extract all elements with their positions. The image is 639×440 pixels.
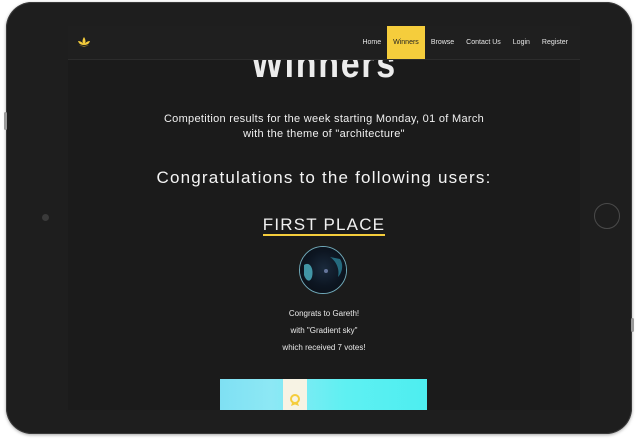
lotus-logo-icon[interactable] (76, 35, 92, 49)
competition-intro: Competition results for the week startin… (163, 113, 485, 140)
congratulations-heading: Congratulations to the following users: (156, 168, 492, 187)
nav-menu: Home Winners Browse Contact Us Login Reg… (356, 26, 574, 59)
winner-line-congrats: Congrats to Gareth! (288, 309, 360, 318)
nav-register[interactable]: Register (536, 26, 574, 59)
home-button[interactable] (594, 203, 620, 229)
nav-login[interactable]: Login (507, 26, 536, 59)
side-button-right (631, 318, 634, 332)
tablet-frame: Winners Home Winners Browse Contact Us L… (6, 2, 632, 434)
nav-home[interactable]: Home (356, 26, 387, 59)
nav-browse[interactable]: Browse (425, 26, 460, 59)
camera-dot (42, 214, 49, 221)
nav-winners[interactable]: Winners (387, 26, 425, 59)
top-navbar: Home Winners Browse Contact Us Login Reg… (68, 26, 580, 60)
nav-contact-us[interactable]: Contact Us (460, 26, 507, 59)
first-place-heading: FIRST PLACE (262, 215, 386, 236)
winner-line-title: with "Gradient sky" (290, 326, 358, 335)
side-button-left (4, 112, 7, 130)
winning-image-banner[interactable] (220, 379, 427, 410)
browser-viewport: Winners Home Winners Browse Contact Us L… (68, 26, 580, 410)
medal-icon (290, 394, 300, 406)
winner-avatar[interactable] (299, 246, 347, 294)
first-place-section: FIRST PLACE (68, 216, 580, 236)
winner-details: Congrats to Gareth! with "Gradient sky" … (68, 305, 580, 356)
winner-line-votes: which received 7 votes! (282, 343, 366, 352)
